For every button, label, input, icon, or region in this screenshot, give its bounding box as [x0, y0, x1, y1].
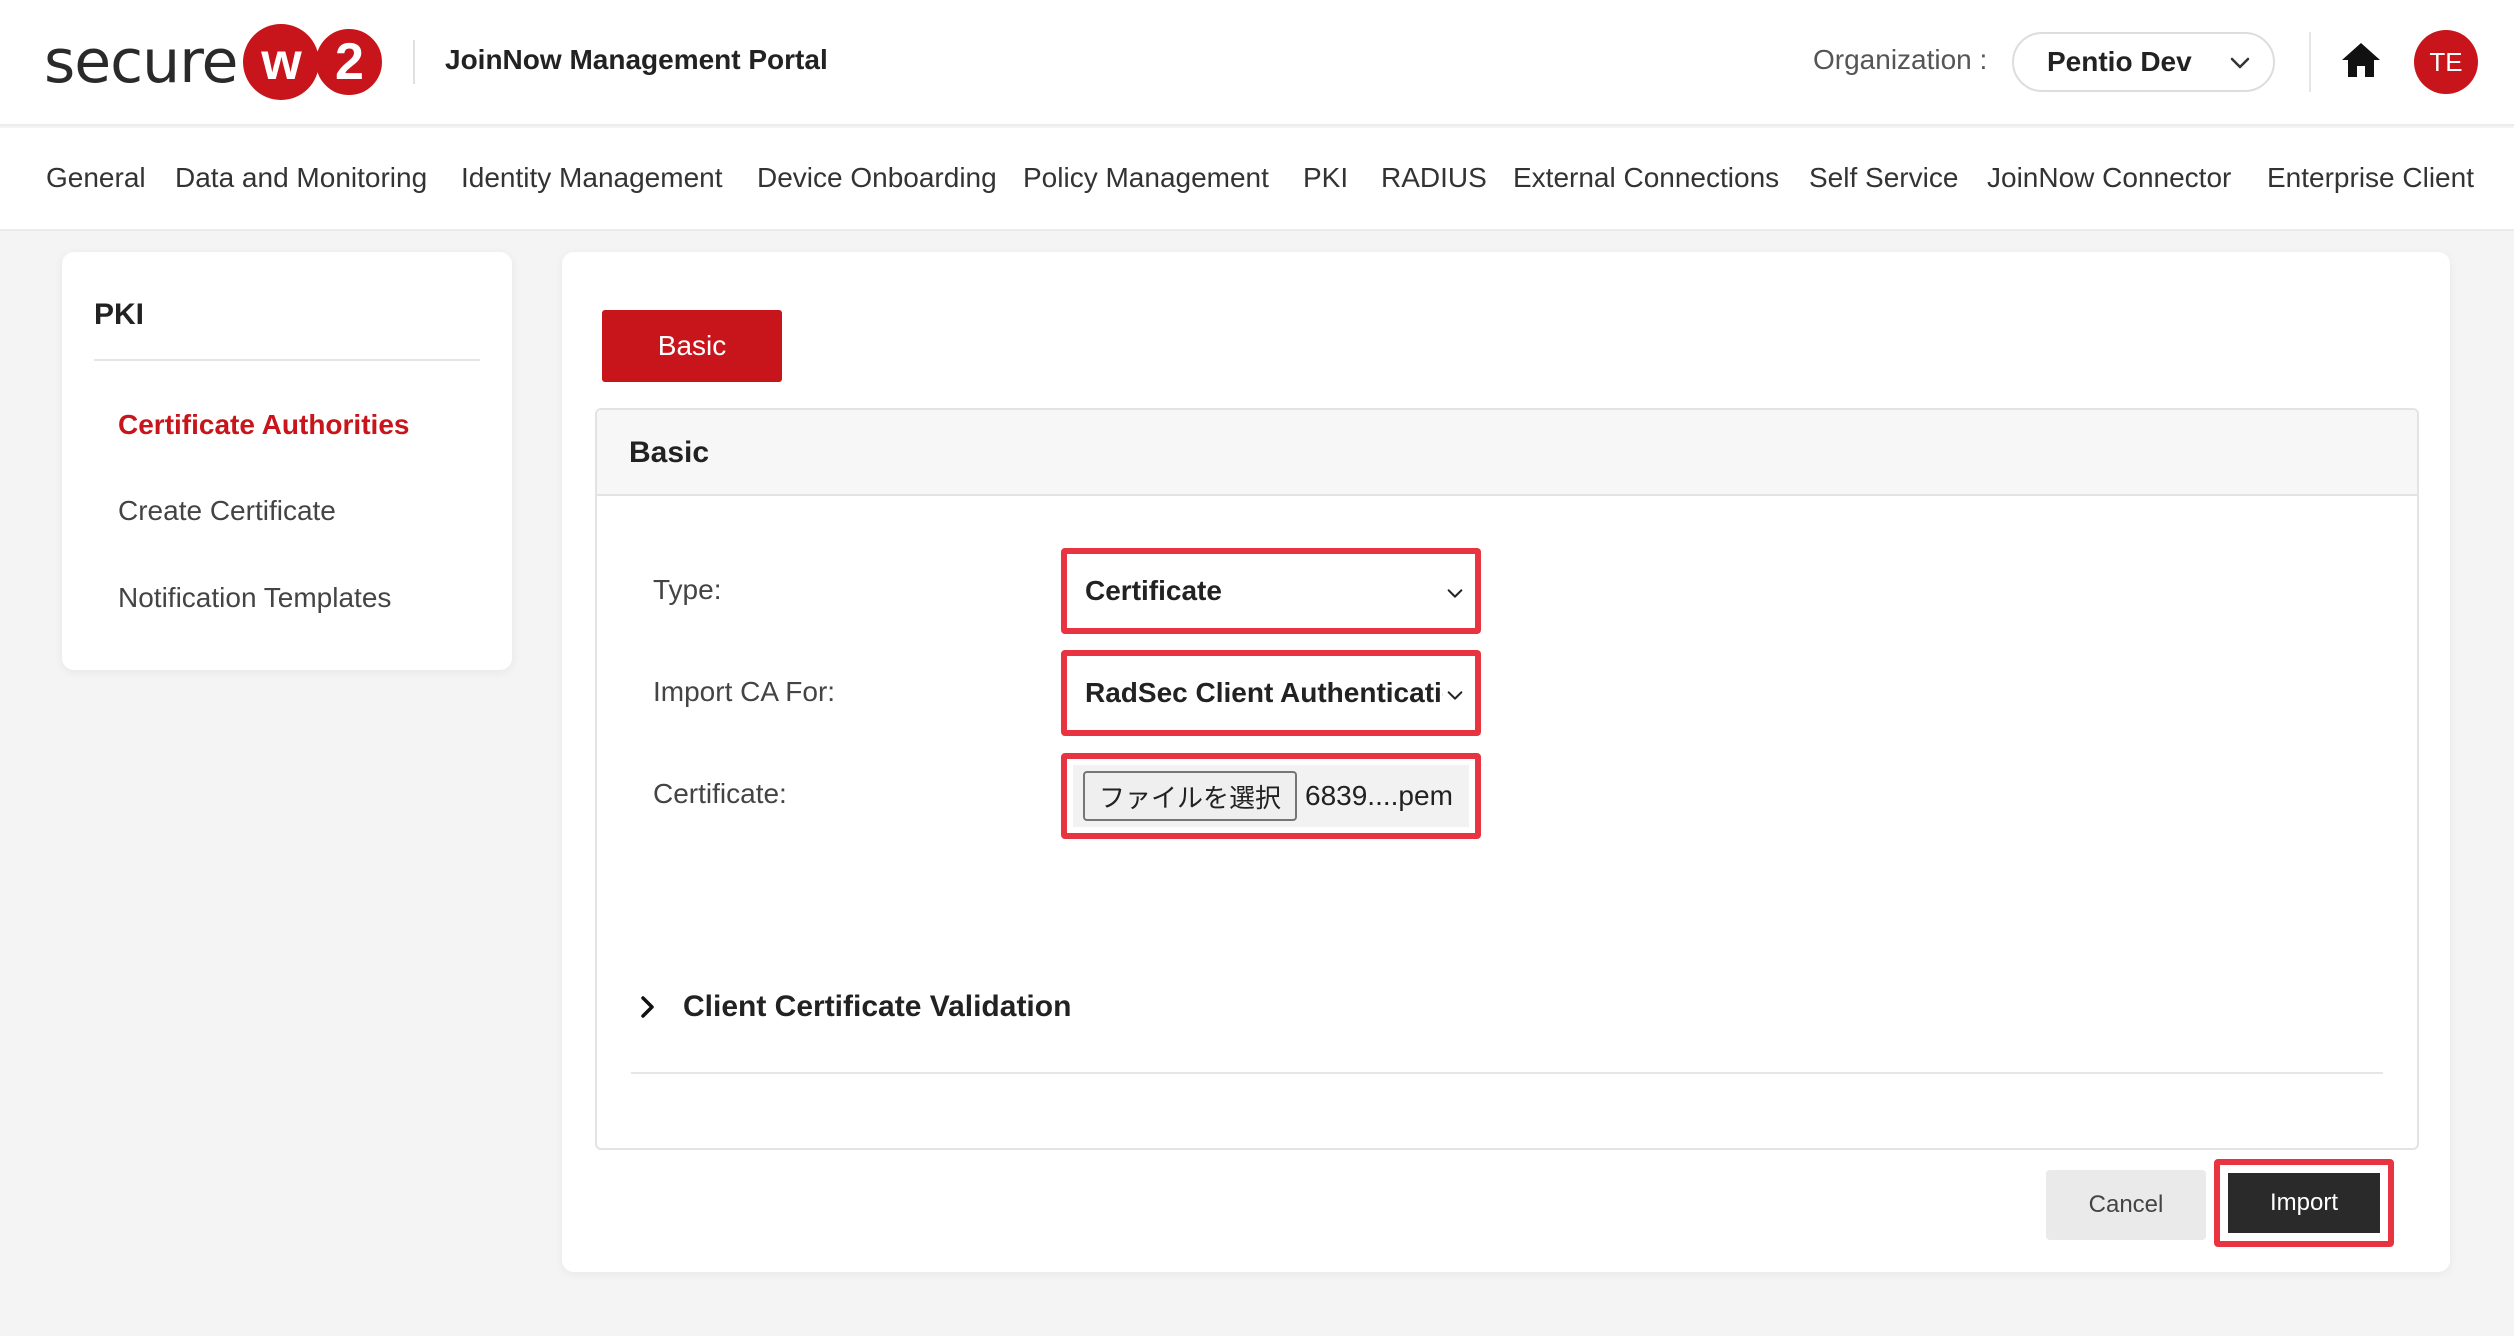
basic-card-title: Basic [629, 436, 710, 469]
nav-item-enterprise-client[interactable]: Enterprise Client [2267, 162, 2474, 194]
client-certificate-validation-label: Client Certificate Validation [683, 990, 1072, 1023]
sidebar-item-notification-templates[interactable]: Notification Templates [118, 582, 391, 614]
nav-item-data-and-monitoring[interactable]: Data and Monitoring [175, 162, 427, 194]
choose-file-button[interactable]: ファイルを選択 [1083, 771, 1298, 821]
nav-item-external-connections[interactable]: External Connections [1513, 162, 1779, 194]
logo-w-badge: w [243, 24, 320, 100]
certificate-highlight: ファイルを選択 6839....pem [1061, 753, 1481, 839]
user-avatar[interactable]: TE [2414, 30, 2478, 94]
nav-item-radius[interactable]: RADIUS [1381, 162, 1487, 194]
main-nav: General Data and Monitoring Identity Man… [0, 128, 2514, 231]
chevron-down-icon [1443, 582, 1465, 604]
section-divider [631, 1072, 2383, 1074]
header-divider [413, 40, 415, 84]
chevron-down-icon [2230, 57, 2250, 69]
nav-item-joinnow-connector[interactable]: JoinNow Connector [1987, 162, 2231, 194]
tab-basic[interactable]: Basic [602, 310, 782, 382]
nav-item-general[interactable]: General [46, 162, 146, 194]
home-icon[interactable] [2340, 40, 2382, 80]
sidebar-title: PKI [94, 298, 145, 331]
certificate-file-input[interactable]: ファイルを選択 6839....pem [1073, 765, 1469, 827]
client-certificate-validation-toggle[interactable]: Client Certificate Validation [637, 990, 1071, 1024]
top-header: secure w 2 JoinNow Management Portal Org… [0, 0, 2514, 126]
organization-select[interactable]: Pentio Dev [2012, 32, 2275, 92]
nav-item-policy-management[interactable]: Policy Management [1023, 162, 1269, 194]
certificate-label: Certificate: [653, 778, 787, 809]
securew2-logo[interactable]: secure w 2 [44, 24, 388, 100]
import-ca-for-highlight: RadSec Client Authentication [1061, 650, 1481, 736]
import-ca-for-label: Import CA For: [653, 676, 836, 707]
import-ca-for-select[interactable]: RadSec Client Authentication [1073, 662, 1469, 724]
basic-card: Basic Type: Certificate Import CA For: R… [595, 408, 2419, 1150]
basic-card-header: Basic [597, 410, 2417, 496]
header-divider-right [2309, 32, 2311, 92]
portal-title: JoinNow Management Portal [445, 44, 828, 75]
type-select-value: Certificate [1085, 575, 1222, 606]
type-select[interactable]: Certificate [1073, 560, 1469, 622]
organization-label: Organization : [1813, 44, 1988, 75]
type-highlight: Certificate [1061, 548, 1481, 634]
chevron-right-icon [641, 996, 654, 1018]
logo-2-badge: 2 [311, 24, 388, 100]
chevron-down-icon [1443, 684, 1465, 706]
nav-item-self-service[interactable]: Self Service [1809, 162, 1958, 194]
sidebar-item-certificate-authorities[interactable]: Certificate Authorities [118, 409, 409, 441]
organization-value: Pentio Dev [2047, 46, 2192, 77]
import-ca-for-value: RadSec Client Authentication [1085, 677, 1445, 708]
nav-item-identity-management[interactable]: Identity Management [461, 162, 723, 194]
sidebar-divider [94, 359, 480, 361]
type-label: Type: [653, 574, 722, 605]
nav-item-pki[interactable]: PKI [1303, 162, 1348, 194]
sidebar-item-create-certificate[interactable]: Create Certificate [118, 495, 336, 527]
import-highlight: Import [2214, 1159, 2394, 1247]
selected-file-name: 6839....pem [1305, 780, 1453, 811]
main-panel: Basic Basic Type: Certificate Import CA … [562, 252, 2450, 1272]
pki-sidebar: PKI Certificate Authorities Create Certi… [62, 252, 512, 670]
logo-wordmark: secure [44, 27, 238, 97]
nav-item-device-onboarding[interactable]: Device Onboarding [757, 162, 997, 194]
cancel-button[interactable]: Cancel [2046, 1170, 2206, 1240]
import-button[interactable]: Import [2228, 1173, 2380, 1233]
